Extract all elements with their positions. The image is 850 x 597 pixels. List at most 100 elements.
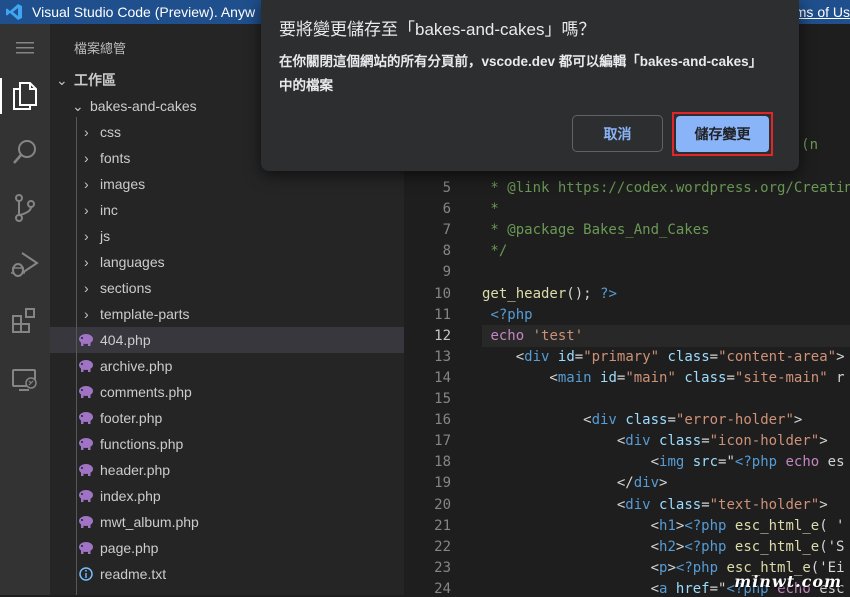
line-number: 16 <box>434 412 451 428</box>
file-label: footer.php <box>100 410 163 426</box>
file-label: index.php <box>100 488 161 504</box>
line-number: 8 <box>442 243 451 259</box>
chevron-down-icon: ⌄ <box>56 72 68 88</box>
folder-label: sections <box>100 280 152 296</box>
code-line: <div class="text-holder"> <box>482 497 828 513</box>
line-number: 5 <box>442 180 451 196</box>
tree-file-item[interactable]: mwt_album.php <box>50 509 404 535</box>
code-line: </div> <box>482 475 668 491</box>
code-line: <?php <box>490 307 533 323</box>
tree-folder-template-parts[interactable]: › template-parts <box>50 301 404 327</box>
run-debug-icon[interactable] <box>7 246 43 282</box>
folder-label: languages <box>100 254 165 270</box>
chevron-right-icon: › <box>84 176 89 192</box>
source-control-icon[interactable] <box>7 190 43 226</box>
folder-label: js <box>100 228 111 244</box>
line-number: 19 <box>434 475 451 491</box>
line-number: 21 <box>434 518 451 534</box>
info-icon <box>78 561 94 595</box>
dialog-title: 要將變更儲存至「bakes-and-cakes」嗎？ <box>279 20 596 39</box>
save-changes-button[interactable]: 儲存變更 <box>676 116 769 152</box>
tree-file-item[interactable]: readme.txt <box>50 561 404 587</box>
line-number: 10 <box>434 286 451 302</box>
file-label: readme.txt <box>100 566 167 582</box>
line-number: 23 <box>434 560 451 576</box>
explorer-icon[interactable] <box>0 78 43 114</box>
folder-label: template-parts <box>100 306 190 322</box>
code-line: <div class="icon-holder"> <box>482 433 828 449</box>
code-line: <div id="primary" class="content-area"> <box>482 349 845 365</box>
tree-file-item[interactable]: footer.php <box>50 405 404 431</box>
chevron-right-icon: › <box>84 280 89 296</box>
folder-label: bakes-and-cakes <box>90 98 197 114</box>
chevron-right-icon: › <box>84 150 89 166</box>
watermark: minwt.com <box>734 572 842 591</box>
chevron-right-icon: › <box>84 306 89 322</box>
workspace-label: 工作區 <box>74 72 116 88</box>
activity-bar <box>0 24 50 595</box>
line-number: 11 <box>434 307 451 323</box>
tree-file-item[interactable]: functions.php <box>50 431 404 457</box>
sidebar-title: 檔案總管 <box>74 41 127 56</box>
code-line: * @link https://codex.wordpress.org/Crea… <box>482 180 850 196</box>
tree-file-item[interactable]: 404.php <box>50 327 404 353</box>
extensions-icon[interactable] <box>7 302 43 338</box>
line-number: 15 <box>434 391 451 407</box>
line-number: 20 <box>434 497 451 513</box>
tree-file-item[interactable]: archive.php <box>50 353 404 379</box>
tree-folder-js[interactable]: › js <box>50 223 404 249</box>
code-line: <img src="<?php echo es <box>482 454 845 470</box>
vscode-logo-icon <box>6 4 22 20</box>
line-number: 13 <box>434 349 451 365</box>
code-line: */ <box>482 243 508 259</box>
chevron-right-icon: › <box>84 254 89 270</box>
tree-file-item[interactable]: index.php <box>50 483 404 509</box>
menu-icon[interactable] <box>7 30 43 66</box>
chevron-right-icon: › <box>84 228 89 244</box>
folder-label: css <box>100 124 121 140</box>
code-line: <div class="error-holder"> <box>482 412 803 428</box>
tree-file-item[interactable]: comments.php <box>50 379 404 405</box>
code-line: get_header(); ?> <box>482 286 617 302</box>
chevron-right-icon: › <box>84 124 89 140</box>
code-line: * <box>482 201 499 217</box>
save-changes-dialog: 要將變更儲存至「bakes-and-cakes」嗎？ 在你關閉這個網站的所有分頁… <box>261 0 799 171</box>
line-number: 9 <box>442 264 451 280</box>
cancel-button[interactable]: 取消 <box>572 115 663 152</box>
tree-indent-guide <box>76 117 77 595</box>
code-line: <h1><?php esc_html_e( ' <box>482 518 845 534</box>
window-title: Visual Studio Code (Preview). Anyw <box>32 4 256 20</box>
file-label: page.php <box>100 540 159 556</box>
folder-label: fonts <box>100 150 131 166</box>
tree-folder-sections[interactable]: › sections <box>50 275 404 301</box>
line-number: 7 <box>442 222 451 238</box>
tree-folder-languages[interactable]: › languages <box>50 249 404 275</box>
remote-explorer-icon[interactable] <box>7 362 43 398</box>
file-label: 404.php <box>100 332 151 348</box>
code-line: * @package Bakes_And_Cakes <box>482 222 710 238</box>
tree-file-item[interactable]: page.php <box>50 535 404 561</box>
search-icon[interactable] <box>7 134 43 170</box>
tree-folder-inc[interactable]: › inc <box>50 197 404 223</box>
line-number: 18 <box>434 454 451 470</box>
dialog-message: 在你關閉這個網站的所有分頁前，vscode.dev 都可以編輯「bakes-an… <box>279 54 756 93</box>
code-line: echo 'test' <box>490 328 584 344</box>
terms-of-use-link[interactable]: rms of Us <box>790 4 850 20</box>
line-number: 6 <box>442 201 451 217</box>
code-line: <main id="main" class="site-main" r <box>482 370 845 386</box>
file-label: comments.php <box>100 384 192 400</box>
chevron-right-icon: › <box>84 202 89 218</box>
line-number: 17 <box>434 433 451 449</box>
folder-label: images <box>100 176 146 192</box>
line-number: 22 <box>434 539 451 555</box>
file-label: archive.php <box>100 358 173 374</box>
tree-folder-images[interactable]: › images <box>50 171 404 197</box>
code-line: <h2><?php esc_html_e('S <box>482 539 845 555</box>
file-label: functions.php <box>100 436 184 452</box>
line-number: 14 <box>434 370 451 386</box>
chevron-down-icon: ⌄ <box>72 98 84 114</box>
file-label: header.php <box>100 462 171 478</box>
line-number: 12 <box>434 328 451 344</box>
file-label: mwt_album.php <box>100 514 199 530</box>
tree-file-item[interactable]: header.php <box>50 457 404 483</box>
